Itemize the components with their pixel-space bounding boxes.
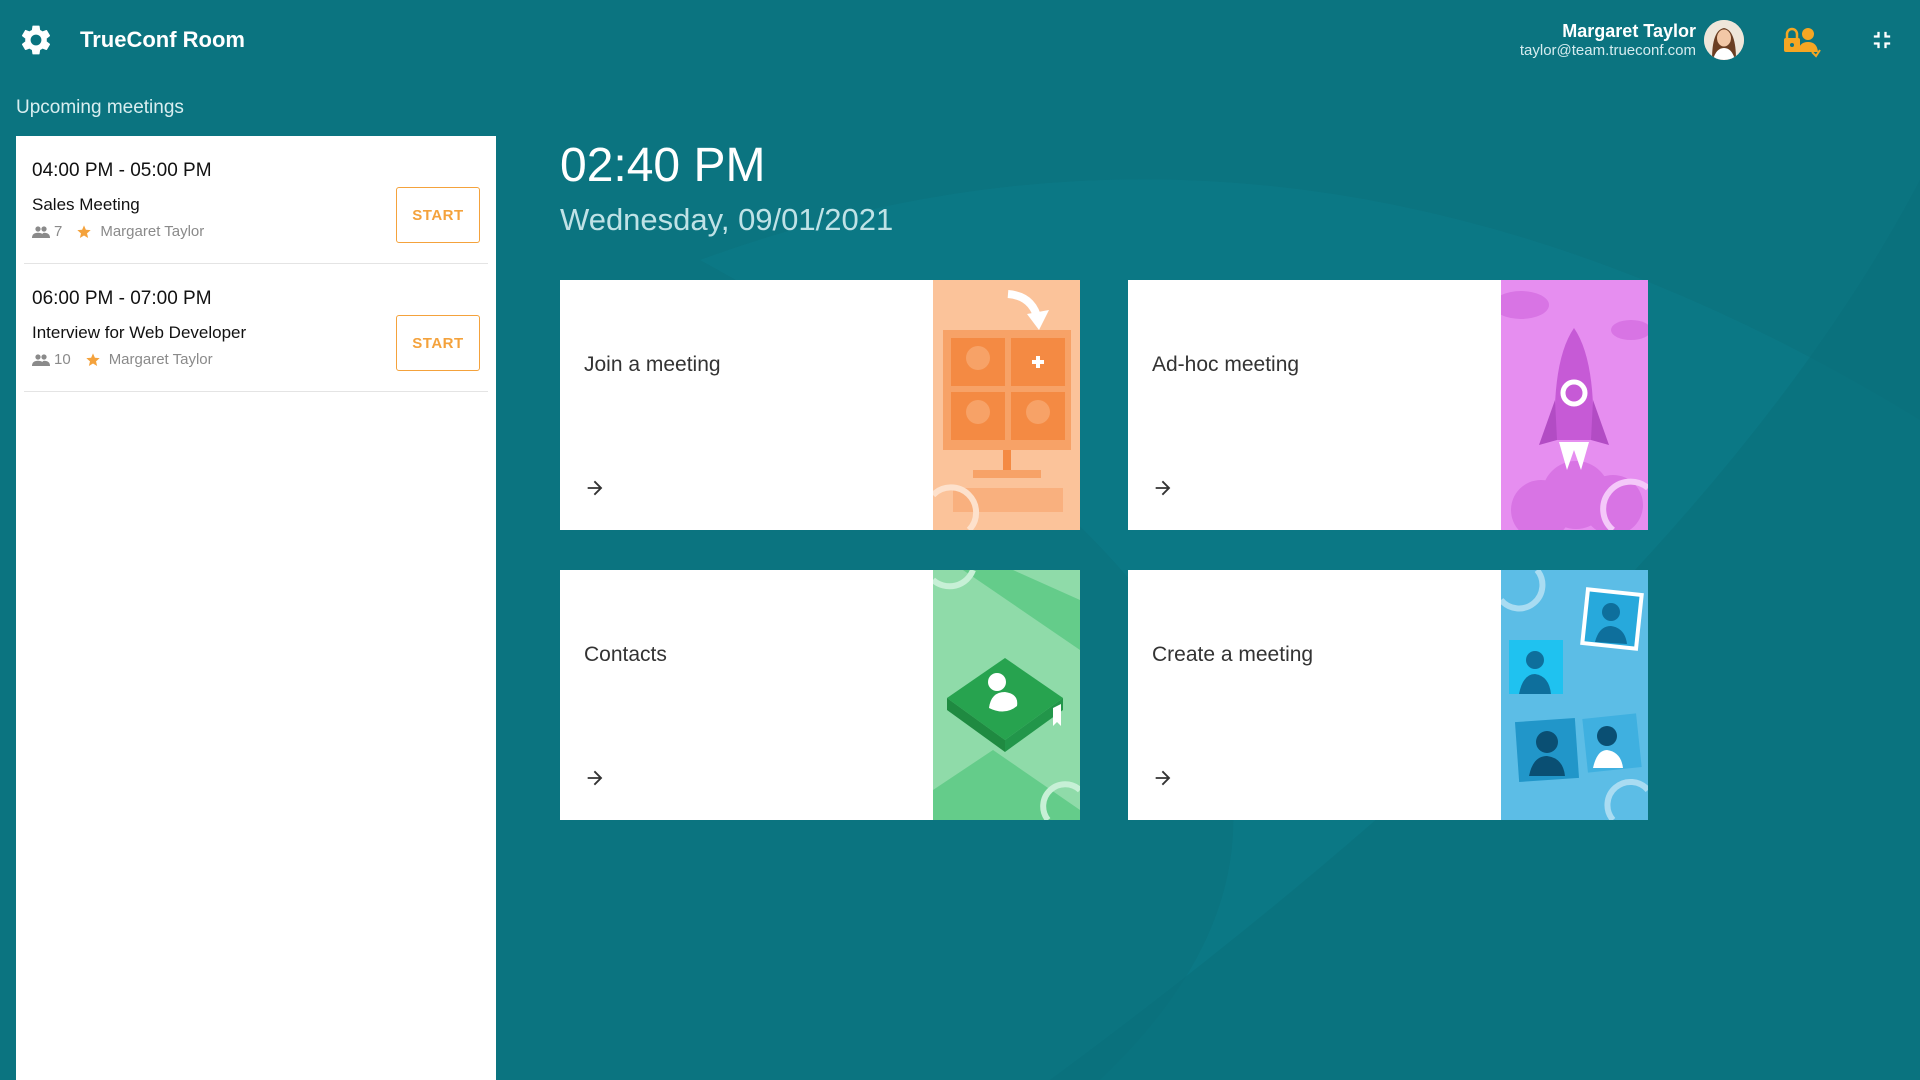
meeting-item[interactable]: 06:00 PM - 07:00 PM Interview for Web De…	[24, 264, 488, 392]
top-bar: TrueConf Room Margaret Taylor taylor@tea…	[0, 0, 1920, 80]
tile-label: Ad-hoc meeting	[1152, 353, 1300, 376]
meeting-item[interactable]: 04:00 PM - 05:00 PM Sales Meeting 7 Marg…	[24, 136, 488, 264]
meeting-meta: 7 Margaret Taylor	[32, 223, 204, 240]
upcoming-meetings-label: Upcoming meetings	[16, 97, 184, 118]
app-title: TrueConf Room	[80, 27, 245, 52]
meeting-meta: 10 Margaret Taylor	[32, 351, 213, 368]
adhoc-meeting-tile[interactable]: Ad-hoc meeting	[1128, 280, 1648, 530]
contacts-tile[interactable]: Contacts	[560, 570, 1080, 820]
participants-count: 7	[54, 223, 63, 240]
create-meeting-tile[interactable]: Create a meeting	[1128, 570, 1648, 820]
join-meeting-illustration	[933, 280, 1080, 530]
exit-fullscreen-icon[interactable]	[1868, 26, 1896, 54]
avatar[interactable]	[1704, 20, 1744, 60]
join-meeting-tile[interactable]: Join a meeting	[560, 280, 1080, 530]
star-icon	[77, 224, 92, 238]
participants-count: 10	[54, 351, 71, 368]
arrow-right-icon	[1155, 480, 1171, 496]
user-name: Margaret Taylor	[1562, 21, 1696, 41]
lock-user-icon[interactable]	[1782, 24, 1822, 58]
contacts-book-illustration	[933, 570, 1080, 820]
tile-label: Create a meeting	[1152, 643, 1314, 666]
participants-icon	[32, 225, 50, 238]
meeting-title: Sales Meeting	[32, 195, 140, 214]
meeting-owner: Margaret Taylor	[108, 351, 213, 368]
user-email: taylor@team.trueconf.com	[1519, 42, 1696, 59]
meeting-time: 06:00 PM - 07:00 PM	[32, 288, 212, 309]
star-icon	[86, 352, 100, 366]
tile-label: Join a meeting	[584, 353, 721, 376]
start-meeting-button[interactable]: START	[396, 315, 480, 371]
user-info[interactable]: Margaret Taylor taylor@team.trueconf.com	[1520, 20, 1696, 60]
clock-time: 02:40 PM	[560, 139, 766, 192]
meeting-time: 04:00 PM - 05:00 PM	[32, 160, 212, 181]
avatar-portrait-icon	[1704, 20, 1744, 60]
tile-label: Contacts	[584, 643, 667, 666]
rocket-illustration	[1501, 280, 1648, 530]
participants-icon	[32, 353, 50, 366]
meeting-owner: Margaret Taylor	[100, 223, 205, 240]
arrow-right-icon	[1155, 770, 1171, 786]
meeting-title: Interview for Web Developer	[32, 323, 247, 342]
arrow-right-icon	[587, 770, 603, 786]
meetings-panel: 04:00 PM - 05:00 PM Sales Meeting 7 Marg…	[16, 136, 496, 1080]
gear-icon[interactable]	[18, 22, 54, 58]
clock-date: Wednesday, 09/01/2021	[560, 202, 894, 237]
puzzle-team-illustration	[1501, 570, 1648, 820]
arrow-right-icon	[587, 480, 603, 496]
start-meeting-button[interactable]: START	[396, 187, 480, 243]
